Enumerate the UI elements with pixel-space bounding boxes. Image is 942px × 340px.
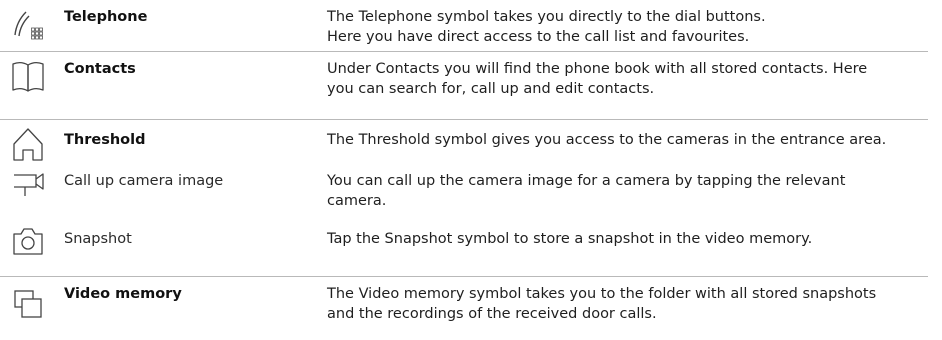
- row-label: Snapshot: [64, 231, 132, 247]
- description-line: The Telephone symbol takes you directly …: [327, 9, 766, 25]
- description-line: and the recordings of the received door …: [327, 306, 657, 322]
- symbol-table: Telephone The Telephone symbol takes you…: [0, 0, 942, 340]
- row-label: Video memory: [64, 286, 182, 302]
- row-description: You can call up the camera image for a c…: [327, 171, 937, 211]
- video-camera-icon: [8, 166, 54, 206]
- row-description: Tap the Snapshot symbol to store a snaps…: [327, 229, 937, 249]
- description-line: Here you have direct access to the call …: [327, 29, 750, 45]
- table-row-call-up-camera-image: Call up camera image You can call up the…: [0, 166, 942, 220]
- row-description: The Threshold symbol gives you access to…: [327, 130, 937, 150]
- row-description: The Telephone symbol takes you directly …: [327, 7, 937, 47]
- description-line: Tap the Snapshot symbol to store a snaps…: [327, 231, 813, 247]
- table-row-contacts: Contacts Under Contacts you will find th…: [0, 52, 942, 118]
- table-row-telephone: Telephone The Telephone symbol takes you…: [0, 0, 942, 50]
- table-row-video-memory: Video memory The Video memory symbol tak…: [0, 278, 942, 338]
- description-line: The Video memory symbol takes you to the…: [327, 286, 877, 302]
- row-divider: [0, 119, 928, 120]
- overlapping-frames-icon: [8, 286, 54, 326]
- row-description: Under Contacts you will find the phone b…: [327, 59, 937, 99]
- row-label: Threshold: [64, 132, 146, 148]
- row-label: Telephone: [64, 9, 148, 25]
- table-row-threshold: Threshold The Threshold symbol gives you…: [0, 122, 942, 162]
- row-label: Contacts: [64, 61, 136, 77]
- telephone-handset-keypad-icon: [8, 4, 54, 44]
- row-description: The Video memory symbol takes you to the…: [327, 284, 937, 324]
- row-divider: [0, 276, 928, 277]
- camera-icon: [8, 222, 54, 262]
- row-label: Call up camera image: [64, 173, 224, 189]
- description-line: camera.: [327, 193, 387, 209]
- open-book-icon: [8, 56, 54, 96]
- description-line: The Threshold symbol gives you access to…: [327, 132, 887, 148]
- description-line: Under Contacts you will find the phone b…: [327, 61, 868, 77]
- description-line: You can call up the camera image for a c…: [327, 173, 846, 189]
- house-icon: [8, 122, 54, 162]
- table-row-snapshot: Snapshot Tap the Snapshot symbol to stor…: [0, 222, 942, 266]
- description-line: you can search for, call up and edit con…: [327, 81, 655, 97]
